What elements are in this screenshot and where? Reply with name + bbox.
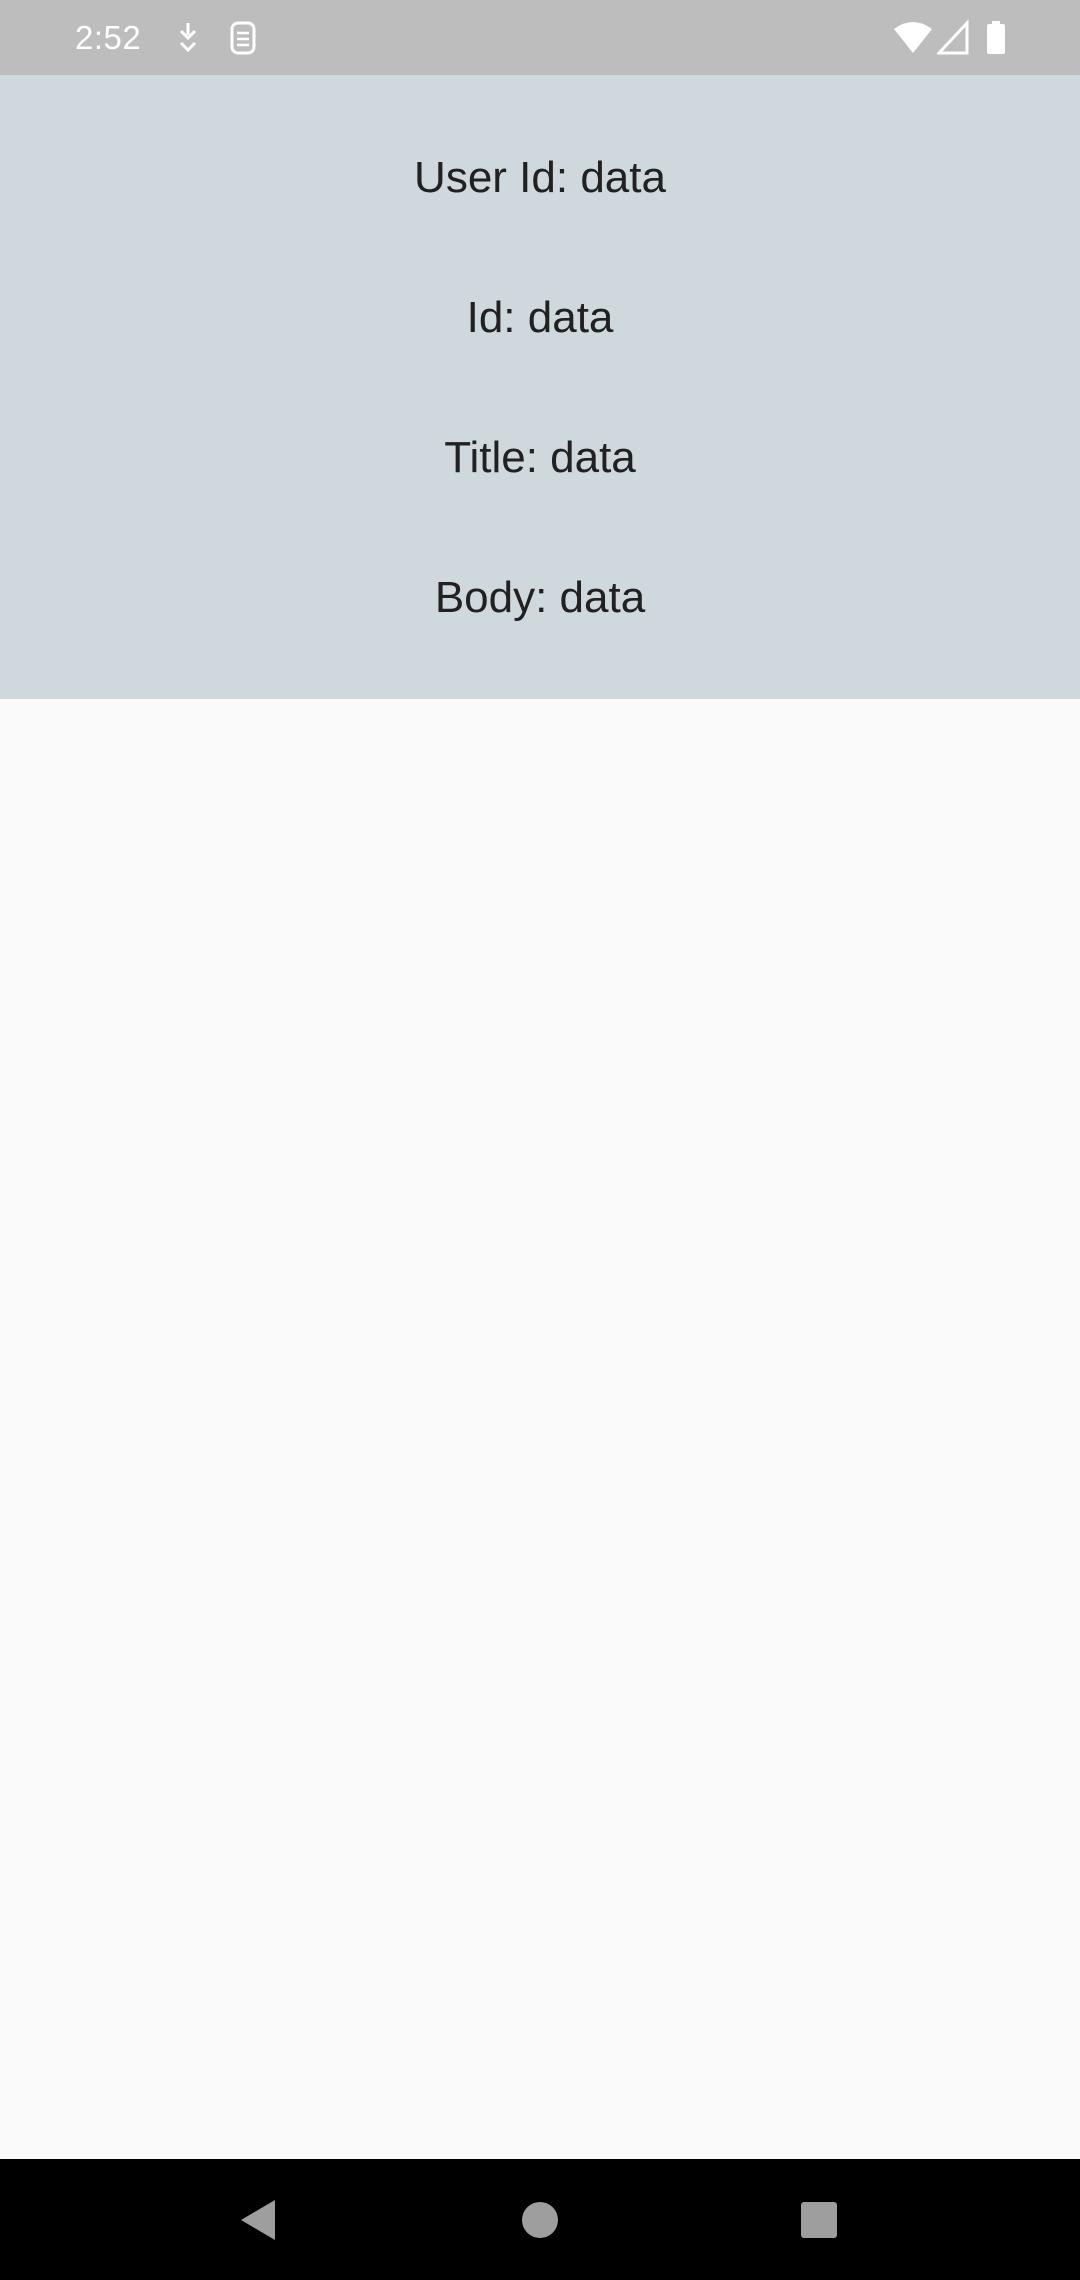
- back-button[interactable]: [199, 2159, 319, 2280]
- status-bar: 2:52: [0, 0, 1080, 75]
- id-text: Id: data: [466, 293, 614, 342]
- recents-button[interactable]: [759, 2159, 879, 2280]
- wifi-icon: [893, 19, 933, 57]
- home-button[interactable]: [480, 2159, 600, 2280]
- home-icon: [522, 2201, 558, 2238]
- cell-signal-icon: [937, 19, 969, 57]
- status-time: 2:52: [75, 19, 142, 56]
- download-icon: [175, 19, 201, 57]
- user-id-text: User Id: data: [414, 153, 666, 202]
- body-text: Body: data: [434, 573, 646, 622]
- content-area: [0, 699, 1080, 2159]
- battery-icon: [985, 19, 1007, 57]
- back-icon: [241, 2199, 275, 2240]
- sim-icon: [229, 19, 257, 57]
- navigation-bar: [0, 2159, 1080, 2280]
- recents-icon: [801, 2201, 837, 2238]
- title-text: Title: data: [444, 433, 636, 482]
- post-info-panel: User Id: data Id: data Title: data Body:…: [0, 75, 1080, 699]
